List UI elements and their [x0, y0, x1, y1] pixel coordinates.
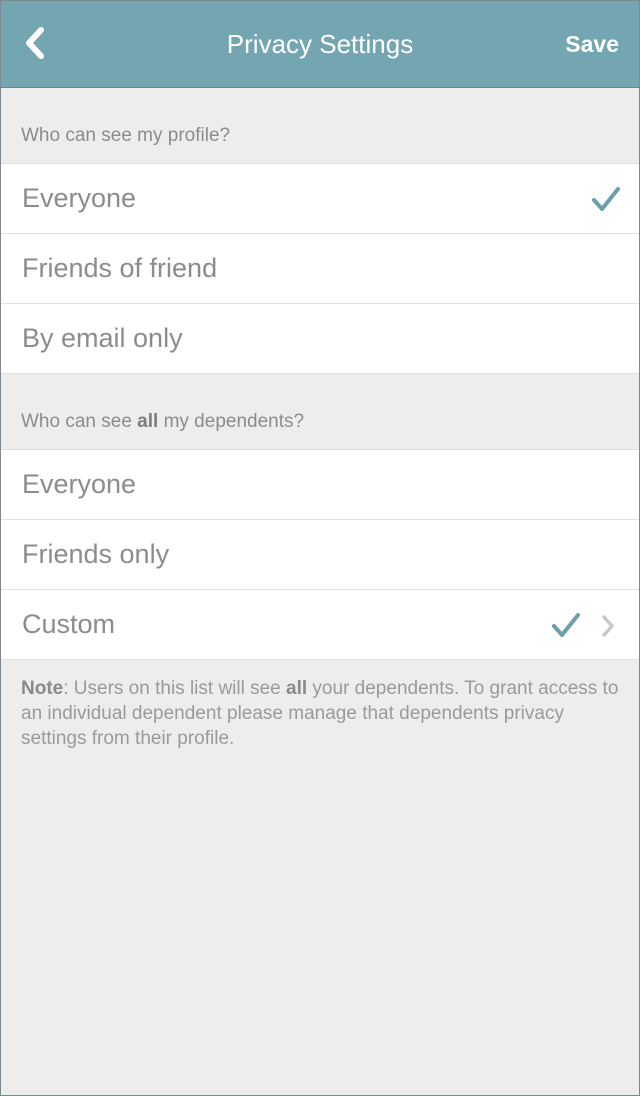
dependents-visibility-header: Who can see all my dependents?	[1, 374, 639, 450]
dependents-title-suffix: my dependents?	[158, 411, 305, 432]
option-label: Everyone	[22, 183, 137, 213]
note-text-prefix: : Users on this list will see	[63, 678, 287, 699]
privacy-settings-screen: Privacy Settings Save Who can see my pro…	[0, 0, 640, 1096]
navigation-bar: Privacy Settings Save	[1, 1, 639, 88]
note-emphasis: all	[286, 678, 308, 699]
option-label: By email only	[22, 323, 183, 353]
profile-visibility-header: Who can see my profile?	[1, 88, 639, 164]
save-button[interactable]: Save	[565, 1, 619, 87]
profile-visibility-title: Who can see my profile?	[21, 125, 231, 146]
dependents-note: Note: Users on this list will see all yo…	[1, 660, 639, 751]
checkmark-icon	[592, 187, 620, 211]
checkmark-icon	[552, 613, 580, 637]
option-label: Friends of friend	[22, 253, 218, 283]
page-title: Privacy Settings	[226, 29, 414, 59]
profile-option-friends-of-friend[interactable]: Friends of friend	[1, 234, 639, 304]
dependents-title-emphasis: all	[137, 411, 159, 432]
note-label: Note	[21, 678, 64, 699]
dependents-option-custom[interactable]: Custom	[1, 590, 639, 660]
chevron-right-icon	[602, 615, 614, 637]
option-label: Friends only	[22, 539, 170, 569]
dependents-option-friends-only[interactable]: Friends only	[1, 520, 639, 590]
dependents-title-prefix: Who can see	[21, 411, 138, 432]
option-label: Everyone	[22, 469, 137, 499]
profile-option-everyone[interactable]: Everyone	[1, 164, 639, 234]
dependents-visibility-list: Everyone Friends only Custom	[1, 450, 639, 660]
option-label: Custom	[22, 609, 116, 639]
profile-visibility-list: Everyone Friends of friend By email only	[1, 164, 639, 374]
dependents-option-everyone[interactable]: Everyone	[1, 450, 639, 520]
profile-option-email-only[interactable]: By email only	[1, 304, 639, 374]
